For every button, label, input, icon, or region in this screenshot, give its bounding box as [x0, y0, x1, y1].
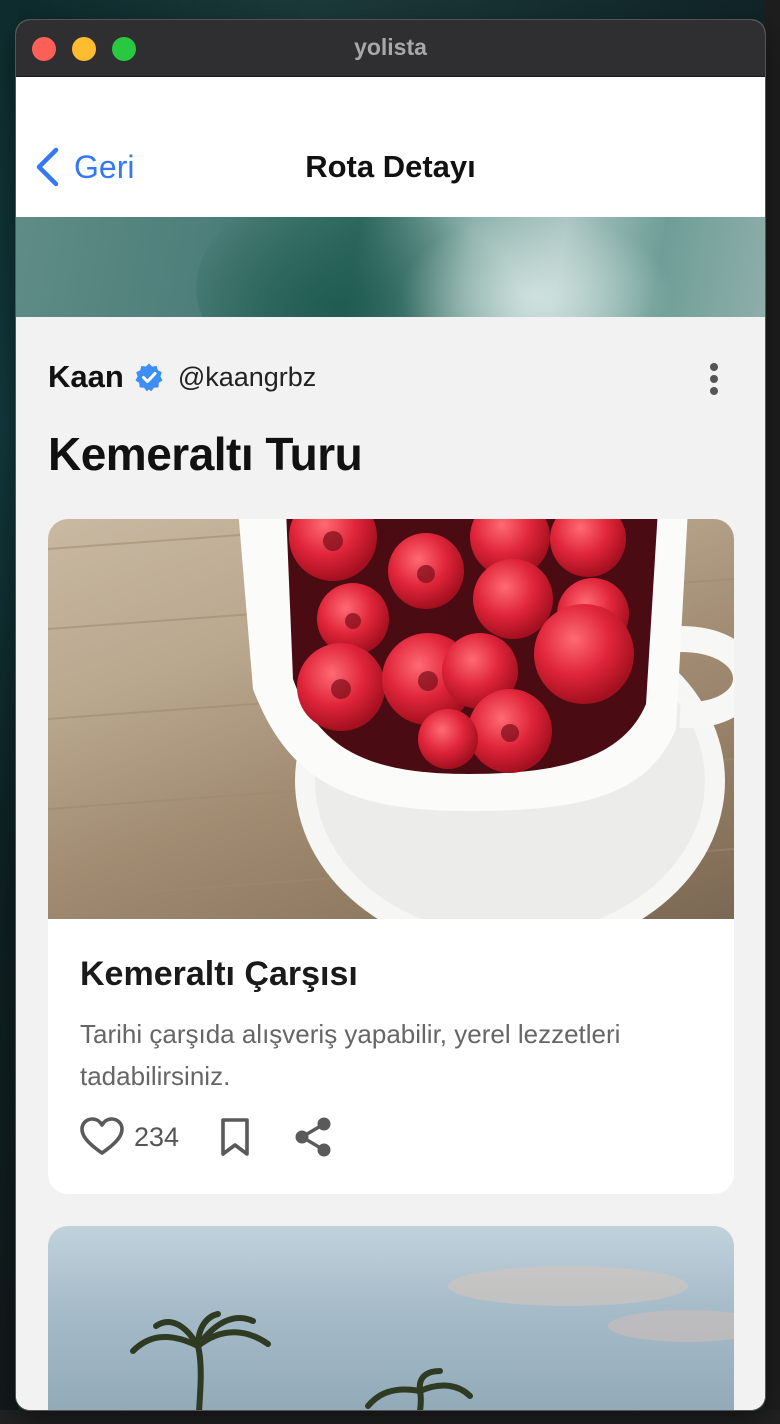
stop-card-body: Kemeraltı Çarşısı Tarihi çarşıda alışver…	[48, 919, 734, 1194]
desktop-background-right	[764, 0, 780, 1424]
desktop-background-bottom	[0, 1410, 780, 1424]
stop-photo-illustration	[48, 519, 734, 919]
stop-photo	[48, 519, 734, 919]
author-row[interactable]: Kaan @kaangrbz	[48, 359, 316, 395]
window-title: yolista	[354, 34, 427, 60]
route-title: Kemeraltı Turu	[48, 428, 363, 480]
stop-actions: 234	[80, 1115, 333, 1159]
verified-badge-icon	[135, 363, 163, 392]
route-content[interactable]: Kaan @kaangrbz Kemeraltı Turu Kemeraltı …	[16, 317, 765, 1410]
more-vertical-icon-dot	[710, 375, 718, 383]
page-title: Rota Detayı	[305, 149, 476, 184]
like-count: 234	[134, 1121, 180, 1152]
share-icon	[295, 1117, 331, 1157]
more-options-button[interactable]	[707, 363, 721, 397]
cover-image-foam	[376, 217, 696, 317]
stop-title: Kemeraltı Çarşısı	[80, 955, 358, 993]
more-vertical-icon-dot	[710, 387, 718, 395]
navigation-bar: Geri Rota Detayı	[16, 77, 765, 217]
bookmark-icon	[221, 1118, 249, 1156]
window-titlebar: yolista	[16, 20, 765, 77]
heart-icon	[80, 1117, 124, 1155]
stop-description: Tarihi çarşıda alışveriş yapabilir, yere…	[80, 1019, 621, 1091]
more-vertical-icon	[710, 363, 718, 371]
next-stop-card[interactable]	[48, 1226, 734, 1410]
stop-card[interactable]: Kemeraltı Çarşısı Tarihi çarşıda alışver…	[48, 519, 734, 1194]
author-handle[interactable]: @kaangrbz	[178, 362, 316, 393]
desktop-background-top	[0, 0, 780, 22]
app-window: yolista Geri Rota Detayı Kaan @kaangrbz …	[16, 20, 765, 1410]
share-button[interactable]	[293, 1116, 333, 1158]
cover-image	[16, 217, 765, 317]
next-stop-photo	[130, 1266, 734, 1410]
author-name[interactable]: Kaan	[48, 359, 124, 395]
like-button[interactable]: 234	[80, 1117, 179, 1157]
bookmark-button[interactable]	[219, 1117, 251, 1157]
